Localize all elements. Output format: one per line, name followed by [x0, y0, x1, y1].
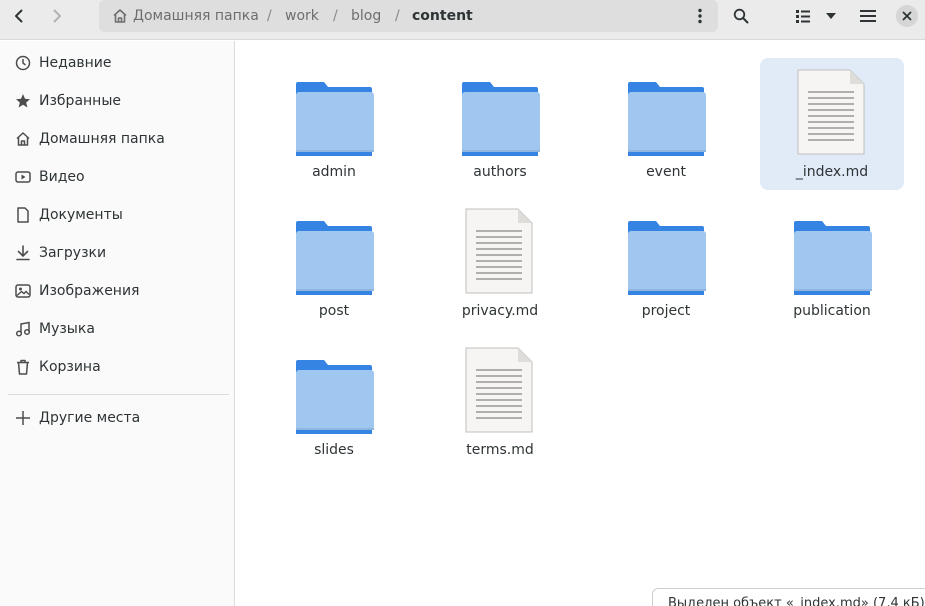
- chevron-right-icon: [53, 9, 61, 23]
- breadcrumb-separator: /: [333, 8, 338, 24]
- main-menu-button[interactable]: [852, 4, 884, 28]
- breadcrumb-separator: /: [267, 8, 272, 24]
- sidebar-item-documents[interactable]: Документы: [0, 196, 235, 234]
- path-menu-button[interactable]: [689, 4, 711, 28]
- sidebar: Недавние Избранные Домашняя папка Видео …: [0, 41, 235, 606]
- breadcrumb-blog[interactable]: blog: [351, 0, 381, 32]
- file-item-folder[interactable]: slides: [262, 336, 406, 468]
- file-item-label: publication: [793, 303, 871, 319]
- chevron-left-icon: [15, 9, 23, 23]
- sidebar-item-label: Музыка: [39, 321, 95, 337]
- folder-icon: [296, 82, 374, 156]
- file-item-folder[interactable]: authors: [428, 58, 572, 190]
- download-icon: [15, 245, 31, 261]
- breadcrumb-content[interactable]: content: [412, 0, 473, 32]
- sidebar-item-other-locations[interactable]: Другие места: [0, 399, 235, 437]
- forward-button[interactable]: [41, 4, 73, 28]
- sidebar-item-label: Видео: [39, 169, 85, 185]
- file-item-label: _index.md: [795, 164, 869, 180]
- sidebar-item-label: Изображения: [39, 283, 140, 299]
- sidebar-item-label: Корзина: [39, 359, 101, 375]
- sidebar-item-starred[interactable]: Избранные: [0, 82, 235, 120]
- file-item-selected[interactable]: _index.md: [760, 58, 904, 190]
- folder-icon: [296, 221, 374, 295]
- sidebar-item-label: Загрузки: [39, 245, 107, 261]
- file-item-folder[interactable]: project: [594, 197, 738, 329]
- star-icon: [15, 93, 31, 109]
- search-button[interactable]: [725, 4, 757, 28]
- search-icon: [733, 8, 749, 24]
- breadcrumb-separator: /: [395, 8, 400, 24]
- file-item-file[interactable]: terms.md: [428, 336, 572, 468]
- sidebar-item-trash[interactable]: Корзина: [0, 348, 235, 386]
- list-view-icon: [796, 10, 810, 23]
- close-button[interactable]: [896, 5, 918, 27]
- breadcrumb-work[interactable]: work: [285, 0, 319, 32]
- sidebar-item-videos[interactable]: Видео: [0, 158, 235, 196]
- sidebar-item-downloads[interactable]: Загрузки: [0, 234, 235, 272]
- sidebar-item-recent[interactable]: Недавние: [0, 44, 235, 82]
- sidebar-item-music[interactable]: Музыка: [0, 310, 235, 348]
- sidebar-item-label: Домашняя папка: [39, 131, 165, 147]
- text-file-icon: [465, 347, 533, 433]
- music-icon: [15, 321, 31, 337]
- file-item-folder[interactable]: admin: [262, 58, 406, 190]
- home-icon: [113, 9, 127, 23]
- folder-icon: [296, 360, 374, 434]
- file-item-label: authors: [473, 164, 527, 180]
- sidebar-item-label: Документы: [39, 207, 123, 223]
- file-item-label: privacy.md: [461, 303, 539, 319]
- hamburger-menu-icon: [860, 10, 876, 22]
- file-item-folder[interactable]: event: [594, 58, 738, 190]
- folder-icon: [628, 82, 706, 156]
- file-item-folder[interactable]: publication: [760, 197, 904, 329]
- sidebar-item-label: Недавние: [39, 55, 112, 71]
- path-bar: Домашняя папка / work / blog / content: [99, 0, 718, 32]
- file-item-label: event: [646, 164, 686, 180]
- view-toggle-button[interactable]: [790, 4, 816, 28]
- sidebar-item-label: Другие места: [39, 410, 141, 426]
- file-manager-window: Домашняя папка / work / blog / content Н…: [0, 0, 925, 606]
- sidebar-divider: [8, 394, 229, 395]
- file-item-label: project: [641, 303, 691, 319]
- close-icon: [902, 11, 912, 21]
- text-file-icon: [797, 69, 865, 155]
- file-item-label: post: [318, 303, 350, 319]
- file-item-folder[interactable]: post: [262, 197, 406, 329]
- file-item-file[interactable]: privacy.md: [428, 197, 572, 329]
- text-file-icon: [465, 208, 533, 294]
- file-item-label: admin: [312, 164, 356, 180]
- plus-icon: [15, 410, 31, 426]
- folder-icon: [628, 221, 706, 295]
- file-item-label: slides: [314, 442, 354, 458]
- breadcrumb-home[interactable]: Домашняя папка: [133, 0, 259, 32]
- view-options-dropdown[interactable]: [818, 4, 844, 28]
- chevron-down-icon: [826, 13, 836, 19]
- status-overlay: Выделен объект «_index.md» (7,4 кБ): [652, 588, 925, 606]
- header-bar: Домашняя папка / work / blog / content: [0, 0, 925, 40]
- file-grid: admin authors event _index.md post priva…: [236, 41, 925, 606]
- sidebar-item-home[interactable]: Домашняя папка: [0, 120, 235, 158]
- trash-icon: [15, 359, 31, 375]
- file-item-label: terms.md: [466, 442, 534, 458]
- image-icon: [15, 283, 31, 299]
- back-button[interactable]: [3, 4, 35, 28]
- document-icon: [15, 207, 31, 223]
- folder-icon: [794, 221, 872, 295]
- home-icon: [15, 131, 31, 147]
- folder-icon: [462, 82, 540, 156]
- more-vertical-icon: [698, 8, 702, 24]
- sidebar-item-label: Избранные: [39, 93, 121, 109]
- sidebar-item-pictures[interactable]: Изображения: [0, 272, 235, 310]
- clock-icon: [15, 55, 31, 71]
- video-icon: [15, 169, 31, 185]
